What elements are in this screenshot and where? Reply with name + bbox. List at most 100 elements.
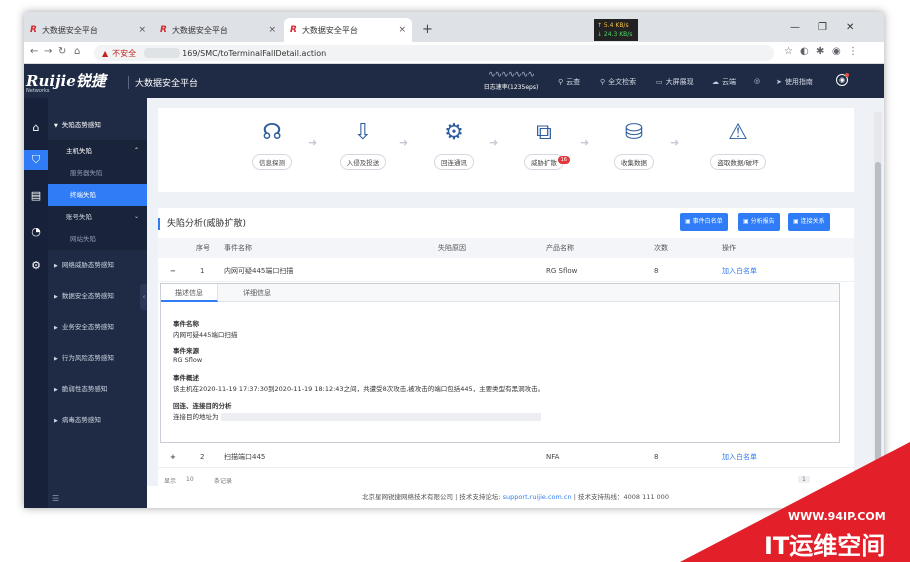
col-action: 操作: [722, 244, 736, 252]
close-icon[interactable]: ×: [398, 25, 406, 35]
sidebar-item-data-security[interactable]: ▶ 数据安全态势感知: [48, 285, 147, 307]
vertical-scrollbar[interactable]: [874, 112, 882, 482]
tab-title: 大数据安全平台: [301, 25, 358, 35]
pie-chart-icon[interactable]: ◔: [24, 222, 48, 242]
doc-icon: ▣: [793, 218, 801, 225]
redacted-host: [144, 48, 181, 58]
flow-step-label: 信息探测: [252, 154, 292, 170]
tab-description[interactable]: 描述信息: [161, 284, 218, 302]
col-name: 事件名称: [224, 244, 252, 252]
minimize-button[interactable]: —: [790, 22, 800, 33]
chevron-up-icon: ⌃: [133, 147, 139, 154]
scrollbar-thumb[interactable]: [875, 162, 881, 462]
button-label: 连接关系: [800, 218, 825, 225]
sidebar-item-virus[interactable]: ▶ 病毒态势感知: [48, 409, 147, 431]
sidebar-item-account-fall[interactable]: 账号失陷 ⌄: [48, 206, 147, 228]
profile-icon[interactable]: ◉: [832, 46, 841, 57]
row-index: 1: [200, 267, 205, 275]
flow-step-collect[interactable]: ⛁ 收集数据: [604, 118, 664, 170]
col-product: 产品名称: [546, 244, 574, 252]
flow-step-intrusion[interactable]: ⇩ 入侵及投送: [333, 118, 393, 170]
log-rate-label: 日志速率(1235eps): [483, 84, 539, 91]
sidebar-item-label: 服务器失陷: [70, 169, 103, 177]
close-window-button[interactable]: ✕: [846, 22, 854, 33]
nav-cloud[interactable]: ☁ 云端: [712, 77, 736, 87]
close-icon[interactable]: ×: [268, 25, 276, 35]
flow-step-callback[interactable]: ⚙ 回连通讯: [424, 118, 484, 170]
event-whitelist-button[interactable]: ▣ 事件白名单: [680, 213, 728, 231]
nav-guide[interactable]: ➤ 使用指南: [776, 77, 813, 87]
home-icon[interactable]: ⌂: [24, 118, 48, 138]
home-page-icon[interactable]: ⌂: [74, 46, 80, 57]
extension-badge-icon[interactable]: ◐: [800, 46, 809, 57]
sidebar-item-terminal-fall[interactable]: 终端失陷: [48, 184, 147, 206]
spread-icon: ⧉: [536, 120, 552, 145]
nav-support[interactable]: ◎: [754, 77, 763, 85]
sidebar-item-label: 数据安全态势感知: [61, 292, 114, 300]
menu-icon[interactable]: ⋮: [848, 46, 858, 57]
ruijie-favicon-icon: R: [30, 25, 37, 35]
new-tab-button[interactable]: +: [422, 22, 433, 37]
expand-toggle[interactable]: +: [170, 446, 176, 468]
footer-support-label: 技术支持论坛:: [459, 493, 501, 501]
footer-separator: |: [455, 493, 458, 501]
add-whitelist-link[interactable]: 加入白名单: [722, 260, 757, 282]
nav-big-screen[interactable]: ▭ 大屏展现: [656, 77, 694, 87]
sidebar-item-network-threat[interactable]: ▶ 网络威胁态势感知: [48, 254, 147, 276]
reload-icon[interactable]: ↻: [58, 46, 66, 57]
sidebar-item-behavior-risk[interactable]: ▶ 行为风险态势感知: [48, 347, 147, 369]
puzzle-icon[interactable]: ✱: [816, 46, 824, 57]
star-icon[interactable]: ☆: [784, 46, 793, 57]
warning-icon: ▲: [102, 48, 109, 58]
close-icon[interactable]: ×: [138, 25, 146, 35]
sidebar-item-vulnerability[interactable]: ▶ 脆弱性态势感知: [48, 378, 147, 400]
sidebar-group-fall[interactable]: ▼ 失陷态势感知: [48, 114, 147, 136]
nav-label: 全文检索: [608, 78, 637, 86]
collect-icon: ⛁: [624, 120, 644, 145]
sidebar-item-label: 行为风险态势感知: [61, 354, 114, 362]
log-rate: ∿∿∿∿∿∿∿ 日志速率(1235eps): [476, 70, 546, 91]
sidebar-item-label: 业务安全态势感知: [61, 323, 114, 331]
browser-tab[interactable]: R 大数据安全平台 ×: [24, 18, 152, 42]
event-name-label: 事件名称: [173, 320, 199, 328]
arrow-right-icon: ➜: [580, 136, 590, 149]
gear-icon[interactable]: ⚙: [24, 256, 48, 276]
page-size-select[interactable]: 10: [186, 476, 194, 483]
watermark-brand: IT运维空间: [764, 532, 886, 560]
watermark-site: WWW.94IP.COM: [788, 510, 886, 523]
table-row[interactable]: − 1 内网可疑445端口扫描 RG Sflow 8 加入白名单: [158, 260, 854, 282]
sidebar-item-website-fall[interactable]: 网站失陷: [48, 228, 147, 250]
browser-tab-active[interactable]: R 大数据安全平台 ×: [284, 18, 412, 42]
user-avatar[interactable]: ◉: [836, 73, 849, 86]
back-icon[interactable]: ←: [30, 46, 38, 57]
forward-icon[interactable]: →: [44, 46, 52, 57]
collapse-toggle[interactable]: −: [170, 260, 176, 282]
connection-relation-button[interactable]: ▣ 连接关系: [788, 213, 830, 231]
arrow-right-icon: ➜: [489, 136, 499, 149]
flow-step-spread[interactable]: ⧉ 威胁扩散 16: [514, 118, 574, 170]
sidebar-item-business-security[interactable]: ▶ 业务安全态势感知: [48, 316, 147, 338]
tab-details[interactable]: 详细信息: [229, 284, 285, 302]
arrow-right-icon: ➜: [670, 136, 680, 149]
event-source-label: 事件来源: [173, 347, 199, 355]
sidebar-item-host-fall[interactable]: 主机失陷 ⌃: [48, 140, 147, 162]
clipboard-icon[interactable]: ▤: [24, 186, 48, 206]
browser-tab[interactable]: R 大数据安全平台 ×: [154, 18, 282, 42]
sidebar-item-label: 账号失陷: [66, 213, 92, 221]
shield-icon[interactable]: ⛉: [24, 150, 48, 170]
maximize-button[interactable]: ❐: [818, 22, 827, 33]
flow-step-steal[interactable]: ⚠ 盗取数据/破坏: [698, 118, 778, 170]
sidebar-item-server-fall[interactable]: 服务器失陷: [48, 162, 147, 184]
analysis-report-button[interactable]: ▣ 分析报告: [738, 213, 780, 231]
nav-cloud-query[interactable]: ⚲ 云查: [558, 77, 580, 87]
callback-analysis-value: 连接目的地址为: [173, 411, 541, 421]
sidebar-item-label: 主机失陷: [66, 147, 92, 155]
nav-fulltext-search[interactable]: ⚲ 全文检索: [600, 77, 636, 87]
flow-step-probe[interactable]: ☊ 信息探测: [242, 118, 302, 170]
support-link[interactable]: support.ruijie.com.cn: [503, 493, 572, 501]
url-input[interactable]: ▲ 不安全 169/SMC/toTerminalFallDetail.actio…: [94, 45, 774, 61]
detail-tabs: 描述信息 详细信息: [161, 284, 839, 302]
sidebar-menu-icon[interactable]: ☰: [52, 494, 59, 503]
pager-show-label: 显示: [164, 478, 177, 485]
download-speed: ↓ 24.3 KB/s: [597, 31, 633, 38]
